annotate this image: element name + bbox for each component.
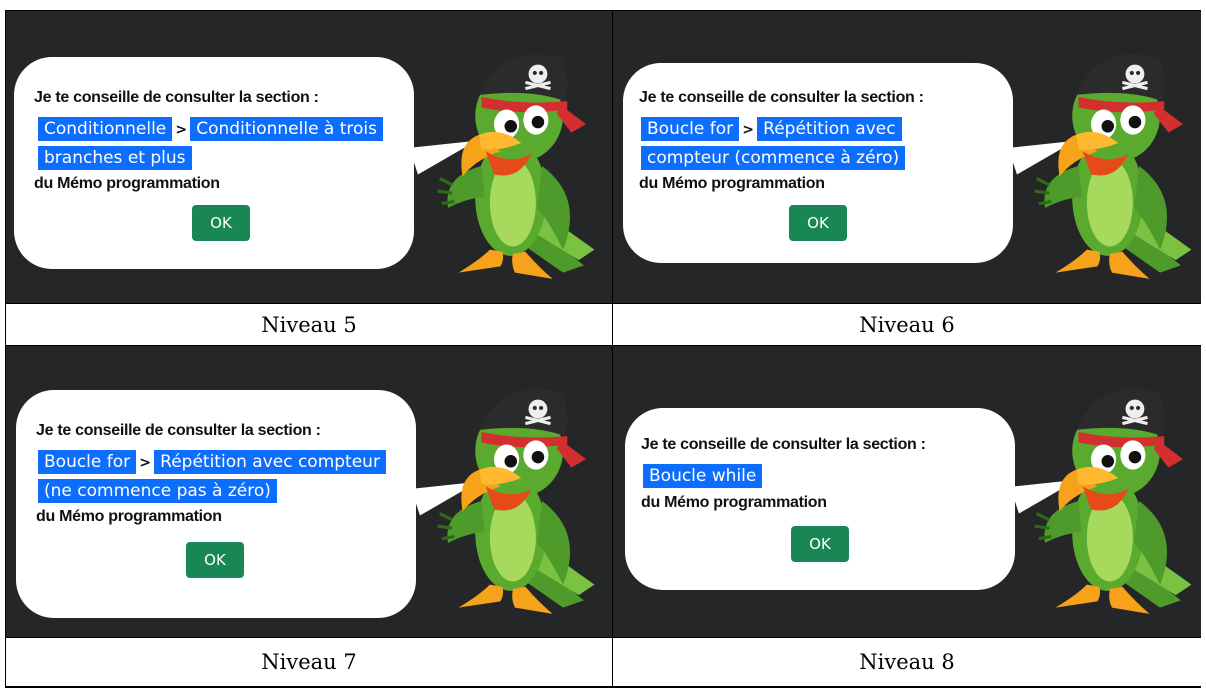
- memo-section-link[interactable]: Boucle for > Répétition avec compteur (ne …: [38, 448, 388, 505]
- advice-message: Je te conseille de consulter la section …: [34, 89, 319, 106]
- memo-label: du Mémo programmation: [641, 494, 827, 511]
- level-caption: Niveau 7: [6, 637, 612, 687]
- memo-section-link[interactable]: Boucle for > Répétition avec compteur (com…: [641, 115, 981, 172]
- ok-button[interactable]: OK: [789, 205, 847, 241]
- memo-label: du Mémo programmation: [34, 175, 220, 192]
- section-first[interactable]: Conditionnelle: [38, 117, 173, 141]
- pirate-parrot-mascot-icon: [436, 387, 596, 616]
- game-scene: Je te conseille de consulter la section …: [6, 11, 612, 303]
- advice-message: Je te conseille de consulter la section …: [641, 436, 926, 453]
- memo-label: du Mémo programmation: [639, 175, 825, 192]
- advice-message: Je te conseille de consulter la section …: [639, 89, 924, 106]
- pirate-parrot-mascot-icon: [1033, 387, 1193, 616]
- ok-button[interactable]: OK: [186, 542, 244, 578]
- panel-niveau-7: Je te conseille de consulter la section …: [6, 345, 612, 637]
- panel-niveau-8: Je te conseille de consulter la section …: [612, 345, 1201, 637]
- section-first[interactable]: Boucle while: [643, 464, 763, 488]
- level-caption: Niveau 5: [6, 303, 612, 345]
- memo-section-link[interactable]: Boucle while: [643, 462, 993, 490]
- advice-message: Je te conseille de consulter la section …: [36, 422, 321, 439]
- section-first[interactable]: Boucle for: [38, 450, 137, 474]
- ok-button[interactable]: OK: [791, 526, 849, 562]
- level-grid: Je te conseille de consulter la section …: [5, 10, 1201, 688]
- level-caption: Niveau 6: [612, 303, 1201, 345]
- game-scene: Je te conseille de consulter la section …: [613, 11, 1201, 303]
- memo-label: du Mémo programmation: [36, 508, 222, 525]
- game-scene: Je te conseille de consulter la section …: [613, 346, 1201, 637]
- pirate-parrot-mascot-icon: [1033, 52, 1193, 281]
- pirate-parrot-mascot-icon: [436, 52, 596, 281]
- chevron-right-icon: >: [138, 449, 153, 477]
- level-caption: Niveau 8: [612, 637, 1201, 687]
- section-first[interactable]: Boucle for: [641, 117, 740, 141]
- chevron-right-icon: >: [174, 116, 189, 144]
- panel-niveau-6: Je te conseille de consulter la section …: [612, 11, 1201, 303]
- game-scene: Je te conseille de consulter la section …: [6, 346, 612, 637]
- ok-button[interactable]: OK: [192, 205, 250, 241]
- panel-niveau-5: Je te conseille de consulter la section …: [6, 11, 612, 303]
- memo-section-link[interactable]: Conditionnelle > Conditionnelle à trois br…: [38, 115, 388, 172]
- chevron-right-icon: >: [741, 116, 756, 144]
